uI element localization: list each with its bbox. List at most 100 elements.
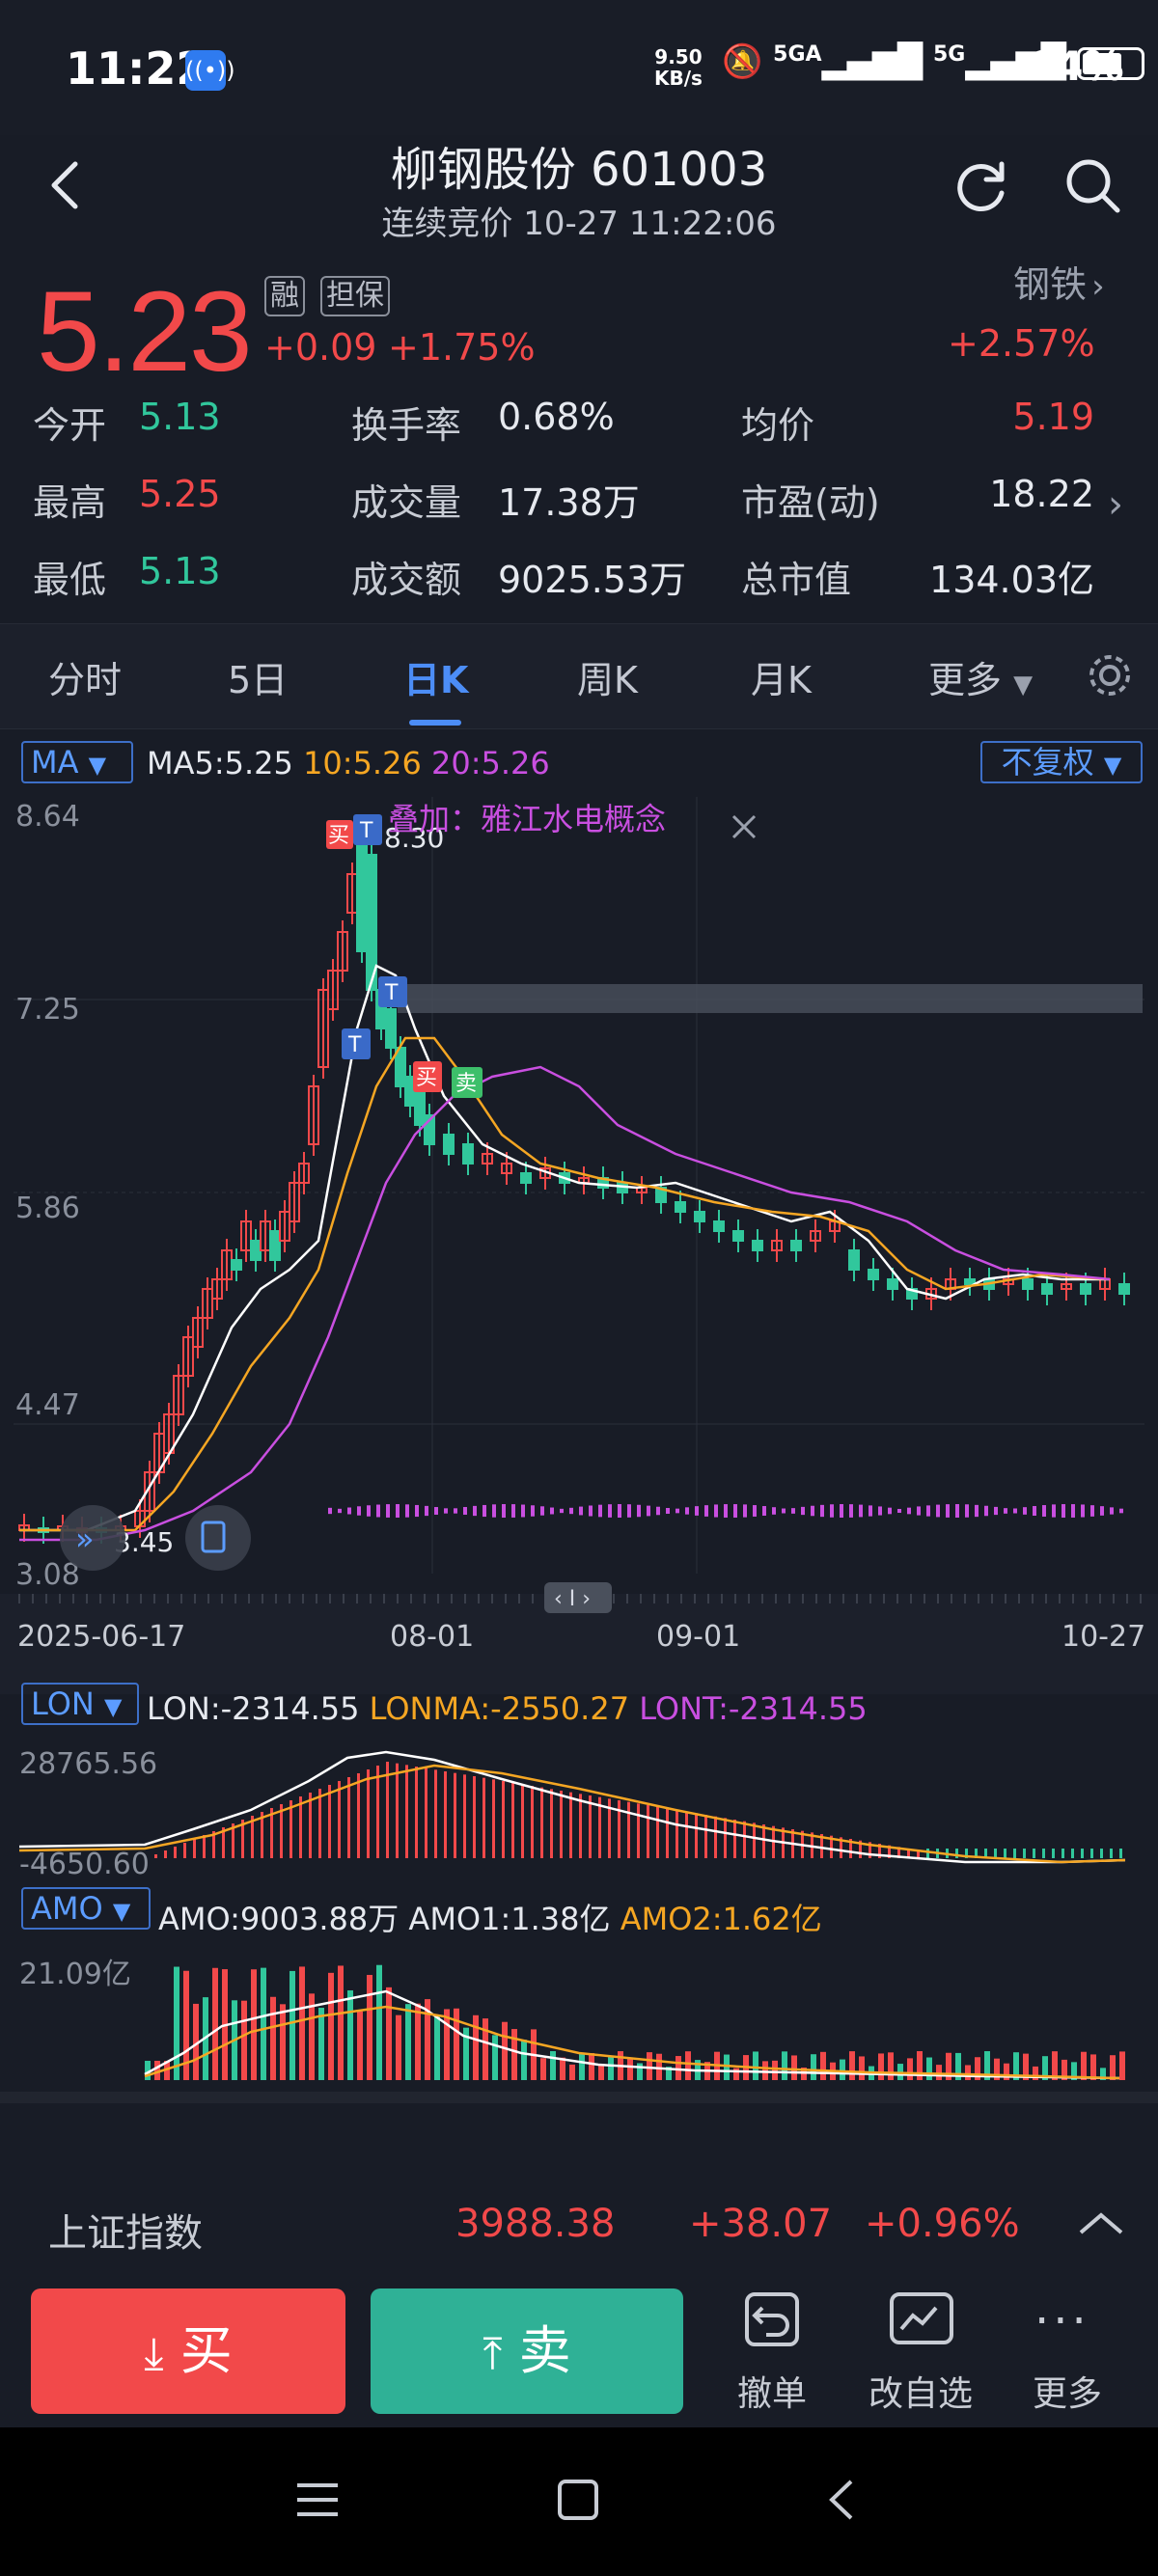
home-icon[interactable] bbox=[554, 2476, 602, 2524]
overlay-tick bbox=[975, 1504, 979, 1518]
overlay-tick bbox=[531, 1505, 535, 1517]
lon-bar bbox=[714, 1816, 717, 1858]
overlay-tick bbox=[1081, 1504, 1085, 1518]
stat-label: 成交额 bbox=[351, 559, 462, 601]
overlay-tick bbox=[859, 1504, 863, 1518]
adjust-selector[interactable]: 不复权 ▼ bbox=[980, 741, 1143, 783]
t-marker-3-label: T bbox=[347, 1033, 362, 1057]
tab-5day[interactable]: 5日 bbox=[228, 650, 288, 703]
caret-down-icon: ▼ bbox=[103, 1693, 123, 1720]
settings-button[interactable] bbox=[1085, 650, 1135, 704]
lon-bar bbox=[154, 1854, 157, 1858]
overlay-tick bbox=[868, 1505, 872, 1517]
candle-body bbox=[964, 1278, 976, 1285]
lon-bar bbox=[1023, 1849, 1026, 1858]
lon-bar bbox=[367, 1769, 370, 1858]
tab-monthly-k[interactable]: 月K bbox=[751, 650, 812, 703]
amo-bar bbox=[676, 2056, 681, 2080]
signal-icon: ▂▄▆█ bbox=[821, 42, 924, 81]
lon-bar bbox=[425, 1768, 427, 1858]
buy-marker-label: 买 bbox=[328, 824, 349, 848]
overlay-tick bbox=[762, 1506, 766, 1516]
refresh-button[interactable] bbox=[951, 154, 1013, 216]
overlay-tick bbox=[840, 1504, 843, 1518]
buy-marker-2: 买 bbox=[413, 1061, 442, 1092]
index-ticker-bar[interactable]: 上证指数 3988.38 +38.07 +0.96% bbox=[0, 2171, 1158, 2277]
amo-bar bbox=[415, 2003, 421, 2080]
overlay-tick bbox=[502, 1504, 506, 1518]
sell-button[interactable]: ⤒ 卖 bbox=[371, 2288, 683, 2414]
tab-intraday[interactable]: 分时 bbox=[48, 650, 122, 703]
overlay-tick bbox=[338, 1508, 342, 1514]
stat-value: 5.25 bbox=[139, 473, 221, 515]
amo-bar bbox=[849, 2051, 855, 2080]
overlay-tick bbox=[589, 1505, 593, 1517]
lon-bar bbox=[579, 1794, 582, 1858]
stat-value: 17.38万 bbox=[498, 481, 640, 524]
sector-link[interactable]: 钢铁 › bbox=[1013, 255, 1105, 308]
ma10-value: 10:5.26 bbox=[303, 745, 422, 781]
caret-down-icon: ▼ bbox=[1103, 752, 1122, 779]
overlay-tick bbox=[405, 1504, 409, 1518]
tab-daily-k[interactable]: 日K bbox=[403, 650, 468, 703]
amo-bar bbox=[367, 1974, 372, 2080]
overlay-tick bbox=[627, 1504, 631, 1518]
candle-body bbox=[443, 1134, 455, 1155]
amo-selector[interactable]: AMO ▼ bbox=[21, 1887, 151, 1930]
candle-body bbox=[752, 1240, 763, 1251]
candle-body bbox=[231, 1259, 242, 1271]
menu-icon[interactable] bbox=[293, 2476, 342, 2524]
stat-label: 换手率 bbox=[351, 404, 462, 447]
lon-bar bbox=[1071, 1849, 1074, 1858]
amo-bar bbox=[936, 2065, 942, 2080]
buy-button[interactable]: ⤓ 买 bbox=[31, 2288, 345, 2414]
amo-chart[interactable]: 21.09亿 bbox=[0, 1939, 1158, 2103]
buy-marker: 买 bbox=[326, 820, 353, 849]
lon-bar bbox=[1042, 1849, 1045, 1858]
edit-watchlist-button[interactable]: 改自选 bbox=[853, 2290, 988, 2425]
chevron-up-icon[interactable] bbox=[1077, 2209, 1125, 2238]
ma-selector[interactable]: MA ▼ bbox=[21, 741, 133, 783]
lon-bar bbox=[1062, 1849, 1064, 1858]
candle-body bbox=[790, 1240, 802, 1251]
kline-chart[interactable]: 8.64 7.25 5.86 4.47 3.08 买 T T T 买 卖 8.3… bbox=[0, 797, 1158, 1694]
overlay-tick bbox=[454, 1508, 457, 1514]
lon-bar bbox=[560, 1791, 563, 1858]
upload-arrow-icon: ⤒ bbox=[482, 2327, 503, 2379]
lon-bar bbox=[647, 1805, 649, 1858]
overlay-tick bbox=[743, 1504, 747, 1518]
rotate-button[interactable] bbox=[185, 1505, 251, 1571]
lon-bar bbox=[328, 1785, 331, 1858]
amo-bar bbox=[647, 2052, 652, 2080]
more-button[interactable]: ··· 更多 bbox=[1000, 2290, 1135, 2425]
scroll-handle-icon: ‹ I › bbox=[554, 1587, 591, 1611]
lon-chart[interactable]: 28765.56 -4650.60 bbox=[0, 1733, 1158, 1877]
index-value: 3988.38 bbox=[455, 2202, 616, 2246]
lon-bar bbox=[415, 1767, 418, 1858]
download-arrow-icon: ⤓ bbox=[144, 2327, 164, 2379]
chevron-right-icon[interactable]: › bbox=[1108, 482, 1123, 527]
back-nav-icon[interactable] bbox=[818, 2476, 867, 2524]
search-button[interactable] bbox=[1062, 154, 1123, 216]
broadcast-icon: ((•)) bbox=[185, 50, 235, 91]
sell-marker-label: 卖 bbox=[455, 1072, 477, 1096]
amo-bar bbox=[685, 2051, 691, 2080]
undo-icon bbox=[745, 2292, 799, 2346]
collapse-button[interactable]: » bbox=[60, 1505, 125, 1571]
lon-selector-label: LON bbox=[31, 1685, 95, 1722]
lon-bar bbox=[511, 1782, 514, 1858]
lon-bar bbox=[753, 1822, 756, 1858]
amo-bar bbox=[434, 2015, 440, 2080]
tab-weekly-k[interactable]: 周K bbox=[577, 650, 638, 703]
lon-bar bbox=[183, 1843, 186, 1858]
cancel-order-button[interactable]: 撤单 bbox=[704, 2290, 840, 2425]
lonma-value: LONMA:-2550.27 bbox=[369, 1690, 630, 1727]
overlay-tick bbox=[965, 1504, 969, 1518]
overlay-tick bbox=[1052, 1504, 1056, 1518]
lon-selector[interactable]: LON ▼ bbox=[21, 1683, 139, 1725]
amo-bar bbox=[637, 2063, 643, 2080]
overlay-tick bbox=[347, 1507, 351, 1515]
lon-bar bbox=[569, 1792, 572, 1858]
ma-values: MA5:5.25 10:5.26 20:5.26 bbox=[147, 745, 550, 781]
tab-more[interactable]: 更多 ▼ bbox=[928, 650, 1033, 703]
